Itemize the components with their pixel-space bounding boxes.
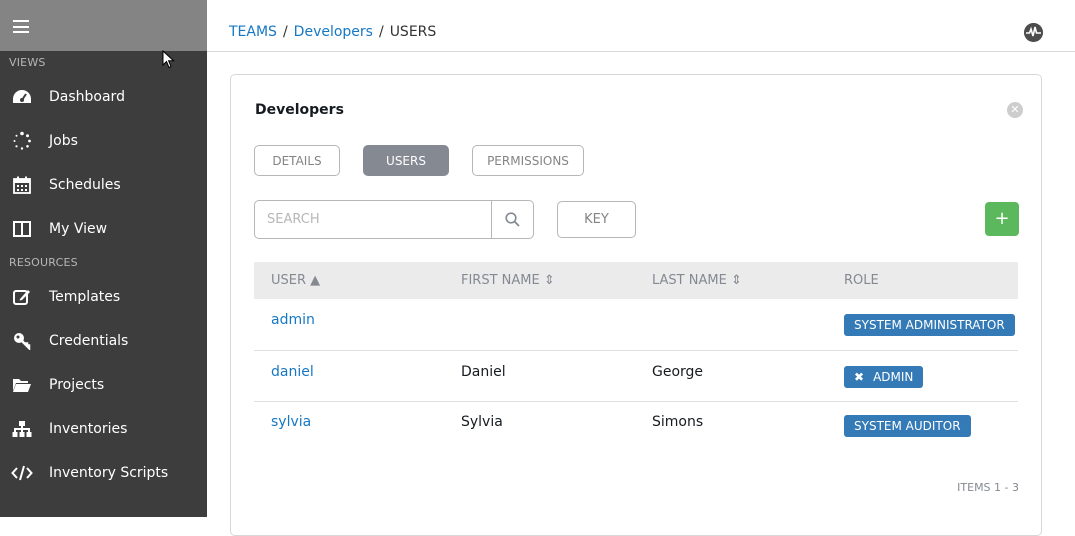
sidebar-header xyxy=(0,0,207,51)
tab-users[interactable]: USERS xyxy=(363,145,449,176)
role-badge-removable[interactable]: ✖ ADMIN xyxy=(844,366,924,388)
key-button[interactable]: KEY xyxy=(557,201,636,238)
breadcrumb-separator: / xyxy=(378,24,384,40)
items-count: ITEMS 1 - 3 xyxy=(957,481,1019,494)
search-input[interactable] xyxy=(255,201,493,238)
first-name-cell: Daniel xyxy=(461,364,506,380)
calendar-icon xyxy=(10,175,34,195)
role-badge: SYSTEM ADMINISTRATOR xyxy=(844,314,1015,336)
sort-icon: ⇕ xyxy=(543,273,555,288)
column-header-label: FIRST NAME xyxy=(461,273,540,288)
first-name-cell: Sylvia xyxy=(461,414,503,430)
tab-permissions[interactable]: PERMISSIONS xyxy=(472,145,584,176)
sidebar-item-label: Dashboard xyxy=(49,89,125,105)
jobs-icon xyxy=(10,131,34,151)
close-icon[interactable]: ✕ xyxy=(1007,102,1023,118)
sidebar-item-label: Projects xyxy=(49,377,105,393)
remove-role-icon[interactable]: ✖ xyxy=(854,370,864,384)
search-button[interactable] xyxy=(491,201,533,238)
sidebar-item-label: Credentials xyxy=(49,333,129,349)
user-link[interactable]: admin xyxy=(271,300,315,341)
sidebar-item-label: My View xyxy=(49,221,108,237)
mouse-cursor-icon xyxy=(162,50,175,69)
last-name-cell: Simons xyxy=(652,414,704,430)
folder-icon xyxy=(10,375,34,395)
user-link[interactable]: sylvia xyxy=(271,402,311,443)
sidebar-item-inventory-scripts[interactable]: Inventory Scripts xyxy=(0,451,207,495)
table-row: admin SYSTEM ADMINISTRATOR xyxy=(254,300,1018,351)
sidebar-item-label: Jobs xyxy=(49,133,78,149)
breadcrumb: TEAMS / Developers / USERS xyxy=(229,24,436,40)
hamburger-menu-icon[interactable] xyxy=(13,20,29,33)
column-header-label: USER xyxy=(271,273,307,288)
column-header-first-name[interactable]: FIRST NAME ⇕ xyxy=(461,262,555,299)
sidebar-item-inventories[interactable]: Inventories xyxy=(0,407,207,451)
panel-title: Developers xyxy=(255,102,344,118)
tab-details[interactable]: DETAILS xyxy=(254,145,340,176)
breadcrumb-current: USERS xyxy=(389,24,437,40)
dashboard-icon xyxy=(10,87,34,107)
table-row: sylvia Sylvia Simons SYSTEM AUDITOR xyxy=(254,402,1018,452)
sort-up-icon: ▲ xyxy=(310,273,321,288)
sort-icon: ⇕ xyxy=(730,273,742,288)
sidebar-item-jobs[interactable]: Jobs xyxy=(0,119,207,163)
sidebar-item-projects[interactable]: Projects xyxy=(0,363,207,407)
table-row: daniel Daniel George ✖ ADMIN xyxy=(254,351,1018,402)
search-icon xyxy=(505,212,520,227)
column-header-label: LAST NAME xyxy=(652,273,727,288)
sidebar-item-label: Inventories xyxy=(49,421,128,437)
user-link[interactable]: daniel xyxy=(271,351,314,393)
sidebar-item-dashboard[interactable]: Dashboard xyxy=(0,75,207,119)
sidebar-item-label: Templates xyxy=(49,289,121,305)
search-box xyxy=(254,200,534,239)
sidebar-item-my-view[interactable]: My View xyxy=(0,207,207,251)
last-name-cell: George xyxy=(652,364,704,380)
sidebar-item-schedules[interactable]: Schedules xyxy=(0,163,207,207)
breadcrumb-developers[interactable]: Developers xyxy=(294,24,373,40)
column-header-last-name[interactable]: LAST NAME ⇕ xyxy=(652,262,742,299)
sidebar-item-credentials[interactable]: Credentials xyxy=(0,319,207,363)
role-badge: SYSTEM AUDITOR xyxy=(844,415,971,437)
sidebar-item-label: Inventory Scripts xyxy=(49,465,169,481)
sidebar-item-label: Schedules xyxy=(49,177,121,193)
activity-stream-icon[interactable] xyxy=(1024,23,1043,42)
sidebar-item-templates[interactable]: Templates xyxy=(0,275,207,319)
table-header: USER ▲ FIRST NAME ⇕ LAST NAME ⇕ ROLE xyxy=(254,262,1018,299)
breadcrumb-separator: / xyxy=(282,24,288,40)
sidebar-section-resources: RESOURCES xyxy=(9,256,78,269)
breadcrumb-teams[interactable]: TEAMS xyxy=(229,24,277,40)
role-label: ADMIN xyxy=(873,370,914,384)
top-bar: TEAMS / Developers / USERS xyxy=(207,0,1075,52)
team-users-panel: Developers ✕ DETAILS USERS PERMISSIONS K… xyxy=(230,74,1042,536)
key-icon xyxy=(10,331,34,351)
code-icon xyxy=(10,463,34,483)
column-header-user[interactable]: USER ▲ xyxy=(271,262,320,299)
edit-icon xyxy=(10,287,34,307)
column-header-role: ROLE xyxy=(844,273,879,288)
columns-icon xyxy=(10,219,34,239)
sidebar: VIEWS Dashboard Jobs Schedules My View R… xyxy=(0,0,207,517)
sitemap-icon xyxy=(10,419,34,439)
add-user-button[interactable]: + xyxy=(985,202,1019,236)
